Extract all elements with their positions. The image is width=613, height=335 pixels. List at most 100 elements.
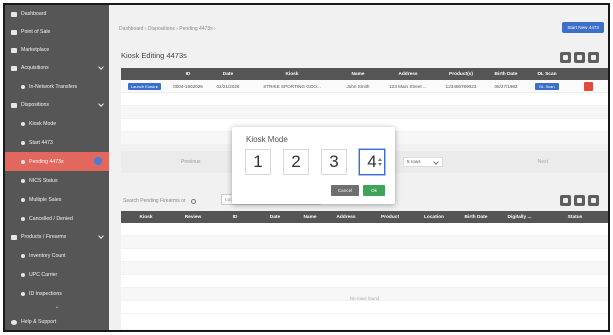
cell-name: John Smith: [346, 83, 370, 89]
sidebar-item-start-4473[interactable]: Start 4473: [5, 133, 109, 152]
kiosk-digit-3[interactable]: 3: [321, 149, 347, 175]
sidebar-item-id-inspections[interactable]: ID Inspections: [5, 284, 109, 303]
dl-scan-button[interactable]: DL Scan: [535, 82, 559, 90]
sidebar-item-cancelled-denied[interactable]: Cancelled / Denied: [5, 209, 109, 228]
previous-page-button[interactable]: Previous: [181, 159, 200, 165]
sidebar-item-point-of-sale[interactable]: Point of Sale: [5, 23, 109, 41]
print-icon[interactable]: [574, 195, 585, 206]
kiosk-digit-4[interactable]: 4: [359, 149, 385, 175]
sidebar-scroll-down-icon[interactable]: ⌄: [5, 303, 109, 313]
cell-kiosk: STRIKE SPORTING GOO...: [263, 83, 321, 89]
table-row: [121, 262, 608, 275]
column-header[interactable]: Address: [325, 211, 367, 223]
refresh-icon[interactable]: [588, 195, 599, 206]
column-header[interactable]: DL Scan: [526, 68, 568, 80]
launch-kiosk-button[interactable]: Launch Kiosk ▸: [127, 82, 162, 90]
print-icon[interactable]: [574, 52, 585, 63]
kiosk-digit-1[interactable]: 1: [245, 149, 271, 175]
pending-table: Kiosk Review ID Date Name Address Product Locat…: [121, 211, 608, 329]
rows-per-page-select[interactable]: 5 rows: [403, 157, 443, 167]
chevron-down-icon[interactable]: [98, 64, 104, 70]
sidebar-item-multiple-sales[interactable]: Multiple Sales: [5, 190, 109, 209]
next-page-button[interactable]: Next: [538, 159, 548, 165]
column-header[interactable]: Date: [255, 211, 295, 223]
kiosk-mode-icon: [21, 121, 25, 126]
sidebar-item-inventory-count[interactable]: Inventory Count: [5, 246, 109, 265]
page-title: Kiosk Editing 4473s: [121, 51, 187, 60]
help-icon: [11, 319, 17, 325]
column-header[interactable]: Product(s): [436, 68, 486, 80]
column-header[interactable]: [121, 68, 168, 80]
table-row[interactable]: Launch Kiosk ▸ 0004-1802026 02/21/2026 S…: [121, 80, 608, 93]
column-header[interactable]: Status: [542, 211, 608, 223]
sidebar-item-dashboard[interactable]: Dashboard: [5, 5, 109, 23]
nics-status-icon: [21, 178, 25, 183]
chevron-down-icon[interactable]: [98, 101, 104, 107]
sidebar-item-label: Multiple Sales: [29, 196, 62, 203]
cell-address: 123 Main Street ...: [389, 83, 427, 89]
kiosk-digit-inputs: 1 2 3 4: [245, 149, 385, 175]
sidebar-item-label: Products / Firearms: [21, 234, 67, 240]
sidebar-item-label: Acquisitions: [21, 65, 49, 71]
column-header[interactable]: Name: [295, 211, 325, 223]
search-label-text: Search Pending Firearms or: [123, 198, 186, 204]
cell-date: 02/21/2026: [216, 83, 240, 89]
column-header[interactable]: Name: [336, 68, 380, 80]
app-window: Dashboard Point of Sale Marketplace Acquisi…: [3, 3, 610, 332]
acquisitions-icon: [11, 65, 17, 71]
sidebar-item-label: Point of Sale: [21, 29, 51, 35]
column-header[interactable]: ID: [215, 211, 255, 223]
column-header[interactable]: Digitally ...: [497, 211, 542, 223]
table-row: [121, 93, 608, 106]
sidebar-item-help[interactable]: Help & Support: [5, 313, 109, 330]
refresh-icon[interactable]: [588, 52, 599, 63]
chevron-down-icon[interactable]: [98, 233, 104, 239]
sidebar-item-label: Inventory Count: [29, 252, 66, 259]
kiosk-mode-dialog: Kiosk Mode 1 2 3 4 Cancel Ok: [232, 127, 395, 204]
sidebar-item-products-firearms[interactable]: Products / Firearms: [5, 228, 109, 246]
kiosk-digit-2[interactable]: 2: [283, 149, 309, 175]
id-inspections-icon: [21, 291, 25, 296]
column-header[interactable]: Location: [413, 211, 455, 223]
start-new-4473-button[interactable]: Start New 4473: [562, 22, 604, 33]
dialog-title: Kiosk Mode: [246, 135, 288, 144]
column-header[interactable]: ID: [168, 68, 208, 80]
table-row: [121, 275, 608, 288]
pending-4473s-icon: [21, 159, 25, 164]
sidebar-item-acquisitions[interactable]: Acquisitions: [5, 59, 109, 77]
multiple-sales-icon: [21, 197, 25, 202]
export-icon[interactable]: [560, 195, 571, 206]
cancel-button[interactable]: Cancel: [331, 185, 359, 196]
sidebar-item-dispositions[interactable]: Dispositions: [5, 96, 109, 114]
sidebar-item-label: Start 4473: [29, 139, 53, 146]
column-header[interactable]: Birth Date: [486, 68, 526, 80]
column-header[interactable]: [568, 68, 608, 80]
sidebar-item-marketplace[interactable]: Marketplace: [5, 41, 109, 59]
inventory-count-icon: [21, 253, 25, 258]
count-badge: [94, 157, 102, 165]
sidebar-item-label: Help & Support: [21, 319, 57, 325]
column-header[interactable]: Address: [380, 68, 436, 80]
sidebar-item-in-network-transfers[interactable]: In-Network Transfers: [5, 77, 109, 96]
column-header[interactable]: Product: [367, 211, 413, 223]
cancelled-denied-icon: [21, 216, 25, 221]
dashboard-icon: [11, 11, 17, 17]
sidebar-item-upc-carrier[interactable]: UPC Carrier: [5, 265, 109, 284]
pending-table-toolbar: [560, 195, 599, 206]
column-header[interactable]: Review: [171, 211, 215, 223]
sidebar-item-label: Cancelled / Denied: [29, 215, 73, 222]
ok-button[interactable]: Ok: [363, 185, 385, 196]
export-icon[interactable]: [560, 52, 571, 63]
sidebar-item-pending-4473s[interactable]: Pending 4473s: [5, 152, 109, 171]
upc-carrier-icon: [21, 272, 25, 277]
number-spinner-icon[interactable]: [378, 158, 382, 168]
delete-icon[interactable]: [583, 81, 593, 91]
column-header[interactable]: Birth Date: [455, 211, 497, 223]
table-row: [121, 236, 608, 249]
sidebar-item-kiosk-mode[interactable]: Kiosk Mode: [5, 114, 109, 133]
products-firearms-icon: [11, 234, 17, 240]
sidebar-item-nics-status[interactable]: NICS Status: [5, 171, 109, 190]
column-header[interactable]: Date: [208, 68, 248, 80]
column-header[interactable]: Kiosk: [121, 211, 171, 223]
column-header[interactable]: Kiosk: [248, 68, 336, 80]
